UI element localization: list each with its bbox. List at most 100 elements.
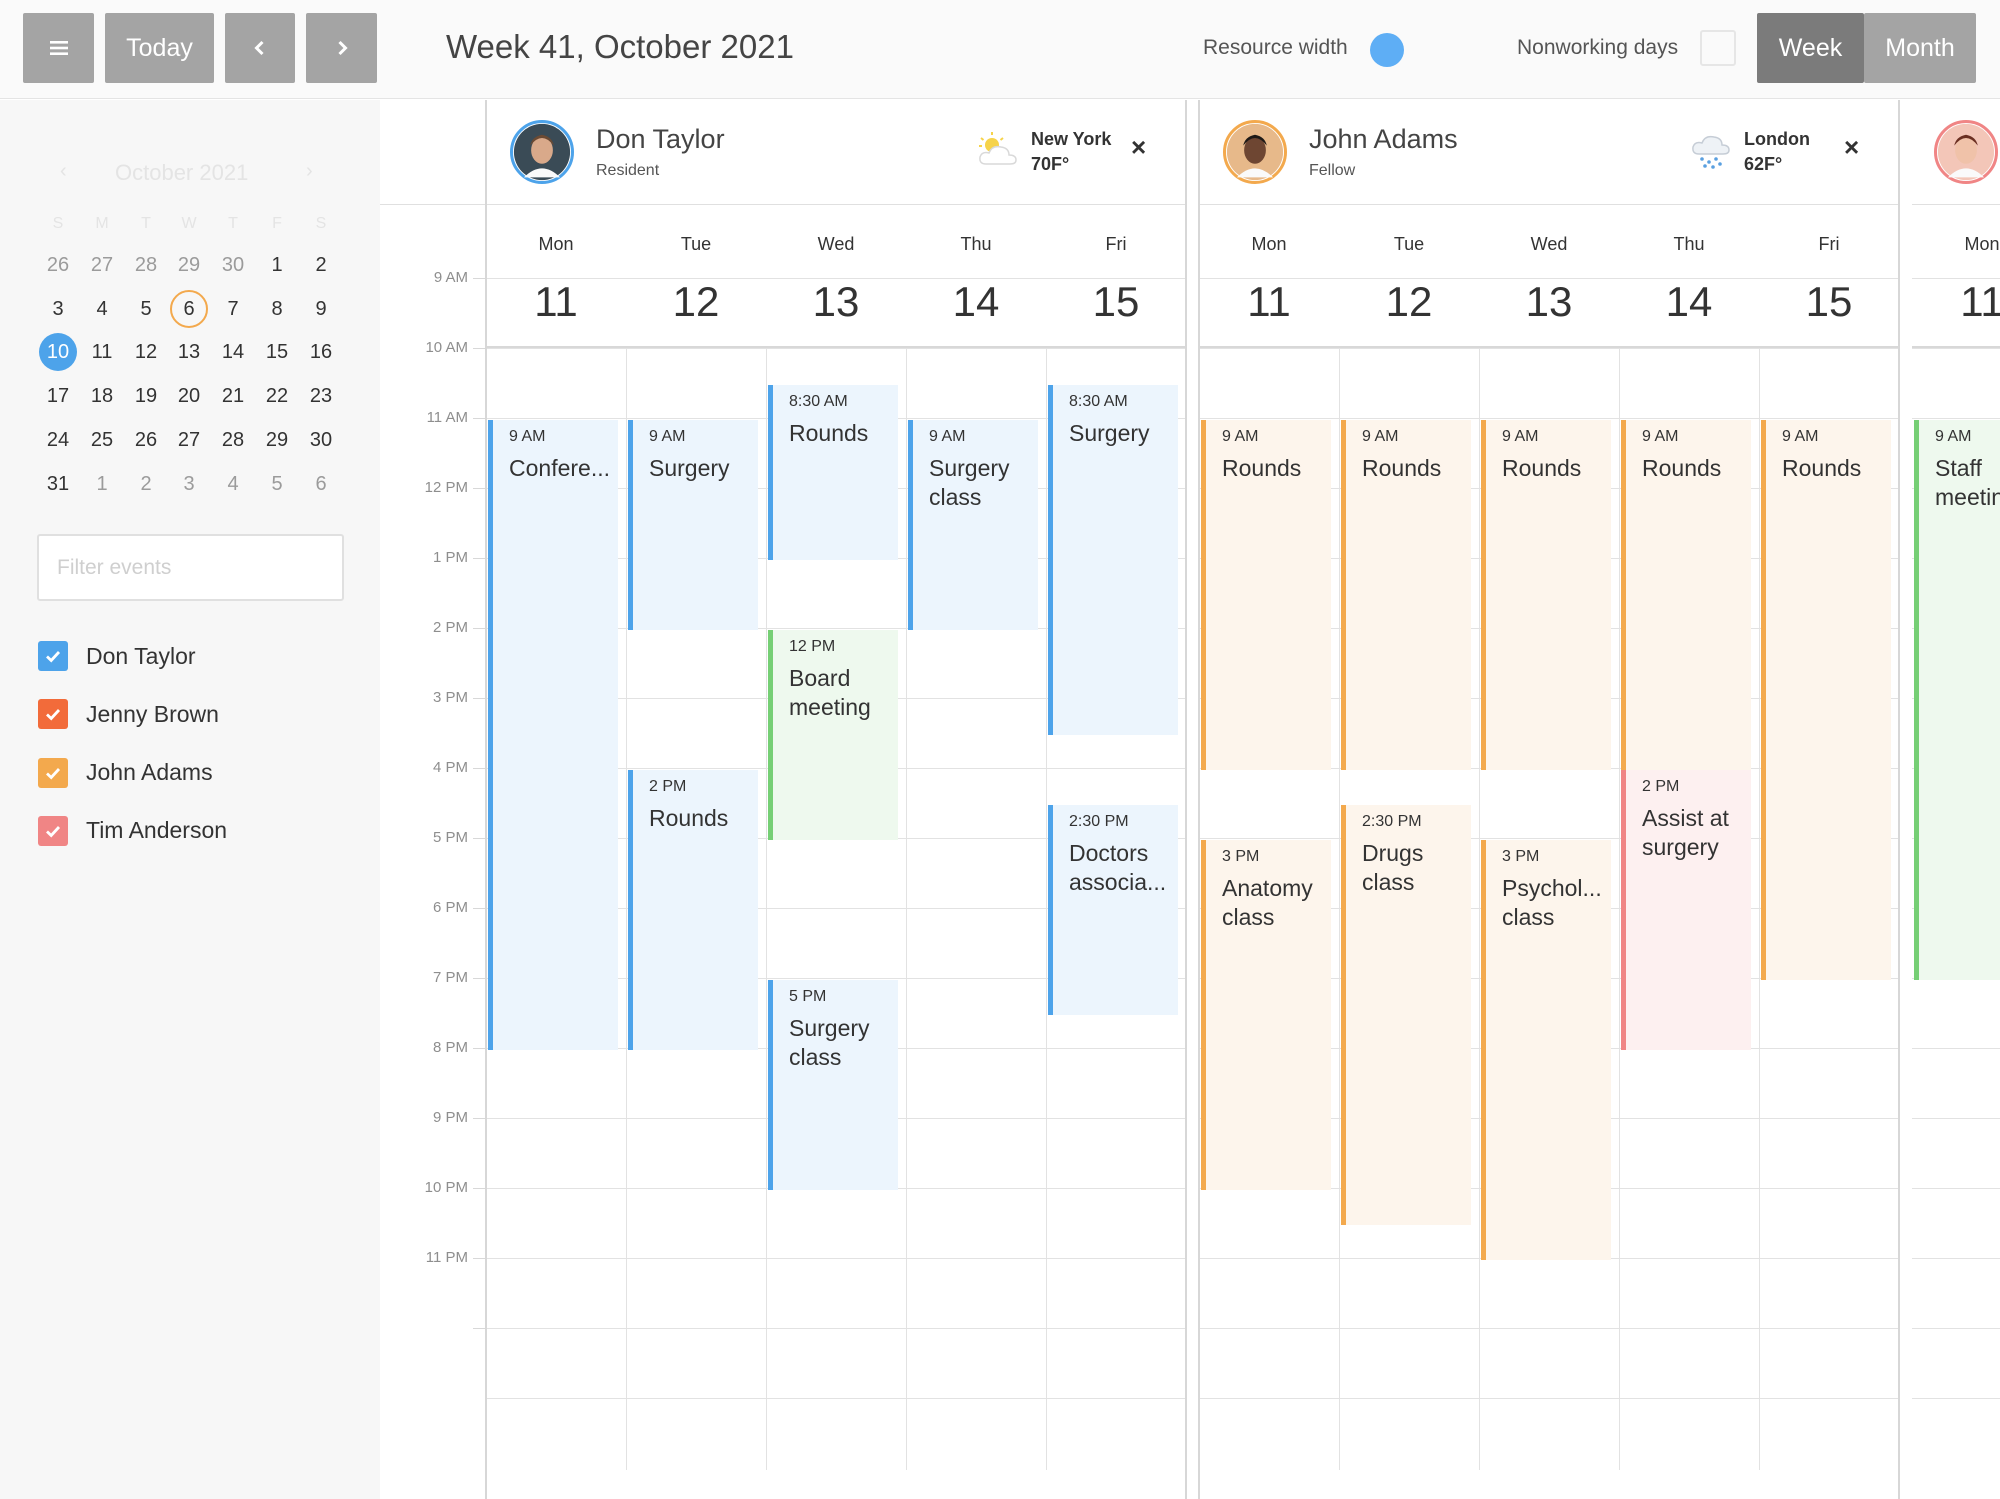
mini-calendar-day[interactable]: 7 [214, 290, 252, 328]
event-time: 3 PM [1222, 848, 1260, 865]
mini-calendar-day[interactable]: 17 [39, 377, 77, 415]
mini-calendar-day[interactable]: 4 [214, 465, 252, 503]
time-axis-label: 3 PM [432, 689, 468, 706]
calendar-event[interactable]: 9 AM Confere... [488, 420, 618, 1050]
mini-calendar-day[interactable]: 6 [170, 289, 208, 328]
day-header[interactable]: Thu 14 [906, 206, 1046, 346]
calendar-event[interactable]: 12 PM Board meeting [768, 630, 898, 840]
calendar-event[interactable]: 9 AM Staff meetin [1914, 420, 2000, 980]
time-axis-label: 11 AM [426, 409, 468, 426]
mini-calendar-day[interactable]: 27 [83, 246, 121, 284]
mini-calendar-day[interactable]: 1 [258, 246, 296, 284]
mini-calendar-day[interactable]: 6 [302, 465, 340, 503]
avatar [1223, 120, 1287, 184]
mini-calendar-day[interactable]: 20 [170, 377, 208, 415]
mini-calendar-day[interactable]: 3 [170, 465, 208, 503]
resource-column-border [1898, 100, 1900, 1499]
mini-calendar-day[interactable]: 31 [39, 465, 77, 503]
calendar-event[interactable]: 5 PM Surgery class [768, 980, 898, 1190]
calendar-event[interactable]: 9 AM Rounds [1201, 420, 1331, 770]
mini-calendar-next-button[interactable]: › [306, 160, 313, 183]
resource-filter-item[interactable]: Tim Anderson [38, 815, 227, 847]
prev-week-button[interactable] [225, 13, 295, 83]
mini-calendar-day[interactable]: 29 [170, 246, 208, 284]
resource-filter-item[interactable]: John Adams [38, 757, 213, 789]
mini-calendar-day[interactable]: 26 [39, 246, 77, 284]
mini-calendar-day[interactable]: 25 [83, 421, 121, 459]
resource-width-slider[interactable] [1370, 33, 1404, 67]
today-button[interactable]: Today [105, 13, 214, 83]
time-axis-header [380, 100, 486, 205]
day-header[interactable]: Wed 13 [766, 206, 906, 346]
mini-calendar-day[interactable]: 30 [214, 246, 252, 284]
calendar-event[interactable]: 9 AM Rounds [1481, 420, 1611, 770]
nonworking-days-checkbox[interactable] [1700, 30, 1736, 66]
calendar-event[interactable]: 9 AM Rounds [1341, 420, 1471, 770]
day-number: 14 [1665, 278, 1713, 325]
week-view-button[interactable]: Week [1757, 13, 1864, 83]
day-header[interactable]: Fri 15 [1046, 206, 1186, 346]
mini-calendar-day[interactable]: 5 [127, 290, 165, 328]
month-view-button[interactable]: Month [1864, 13, 1976, 83]
mini-calendar-day[interactable]: 3 [39, 290, 77, 328]
day-header[interactable]: Tue 12 [1339, 206, 1479, 346]
day-header[interactable]: Tue 12 [626, 206, 766, 346]
day-header[interactable]: Mon 11 [1199, 206, 1339, 346]
event-time: 9 AM [649, 428, 686, 445]
calendar-event[interactable]: 2 PM Rounds [628, 770, 758, 1050]
mini-calendar-day[interactable]: 21 [214, 377, 252, 415]
resource-checkbox[interactable] [38, 757, 68, 788]
resource-checkbox[interactable] [38, 641, 68, 671]
calendar-event[interactable]: 8:30 AM Rounds [768, 385, 898, 560]
resource-checkbox[interactable] [38, 699, 68, 730]
day-header[interactable]: Fri 15 [1759, 206, 1899, 346]
mini-calendar-day[interactable]: 28 [214, 421, 252, 459]
mini-calendar-day[interactable]: 9 [302, 290, 340, 328]
mini-calendar-day[interactable]: 30 [302, 421, 340, 459]
mini-calendar-day[interactable]: 28 [127, 246, 165, 284]
day-header[interactable]: Mon 11 [1912, 206, 2000, 346]
filter-events-input[interactable]: Filter events [37, 534, 344, 601]
mini-calendar-day[interactable]: 5 [258, 465, 296, 503]
day-header[interactable]: Thu 14 [1619, 206, 1759, 346]
close-resource-icon[interactable]: × [1131, 132, 1146, 163]
resource-filter-item[interactable]: Don Taylor [38, 640, 196, 672]
calendar-event[interactable]: 8:30 AM Surgery [1048, 385, 1178, 735]
mini-calendar-header: ‹ October 2021 › [0, 160, 380, 200]
day-number: 12 [672, 278, 720, 325]
calendar-event[interactable]: 3 PM Anatomy class [1201, 840, 1331, 1190]
day-header[interactable]: Mon 11 [486, 206, 626, 346]
mini-calendar-prev-button[interactable]: ‹ [60, 160, 67, 183]
resource-checkbox[interactable] [38, 815, 68, 846]
calendar-event[interactable]: 9 AM Surgery class [908, 420, 1038, 630]
mini-calendar-day[interactable]: 22 [258, 377, 296, 415]
next-week-button[interactable] [306, 13, 377, 83]
mini-calendar-day[interactable]: 24 [39, 421, 77, 459]
day-number: 13 [1525, 278, 1573, 325]
event-title: Rounds [1782, 455, 1862, 481]
mini-calendar-day[interactable]: 23 [302, 377, 340, 415]
mini-calendar-day[interactable]: 29 [258, 421, 296, 459]
calendar-event[interactable]: 3 PM Psychol... class [1481, 840, 1611, 1260]
calendar-event[interactable]: 9 AM Rounds [1761, 420, 1891, 980]
menu-button[interactable] [23, 13, 94, 83]
mini-calendar-day[interactable]: 1 [83, 465, 121, 503]
mini-calendar-day[interactable]: 2 [302, 246, 340, 284]
mini-calendar-day[interactable]: 2 [127, 465, 165, 503]
mini-calendar-day[interactable]: 26 [127, 421, 165, 459]
mini-calendar-day[interactable]: 18 [83, 377, 121, 415]
resource-filter-item[interactable]: Jenny Brown [38, 698, 219, 730]
day-header[interactable]: Wed 13 [1479, 206, 1619, 346]
calendar-event[interactable]: 2 PM Assist at surgery [1621, 770, 1751, 1050]
day-number: 12 [1385, 278, 1433, 325]
calendar-event[interactable]: 2:30 PM Drugs class [1341, 805, 1471, 1225]
calendar-event[interactable]: 2:30 PM Doctors associa... [1048, 805, 1178, 1015]
time-axis-label: 5 PM [432, 829, 468, 846]
mini-calendar-day[interactable]: 4 [83, 290, 121, 328]
calendar-event[interactable]: 9 AM Rounds [1621, 420, 1751, 770]
mini-calendar-day[interactable]: 8 [258, 290, 296, 328]
close-resource-icon[interactable]: × [1844, 132, 1859, 163]
mini-calendar-day[interactable]: 19 [127, 377, 165, 415]
calendar-event[interactable]: 9 AM Surgery [628, 420, 758, 630]
mini-calendar-day[interactable]: 27 [170, 421, 208, 459]
